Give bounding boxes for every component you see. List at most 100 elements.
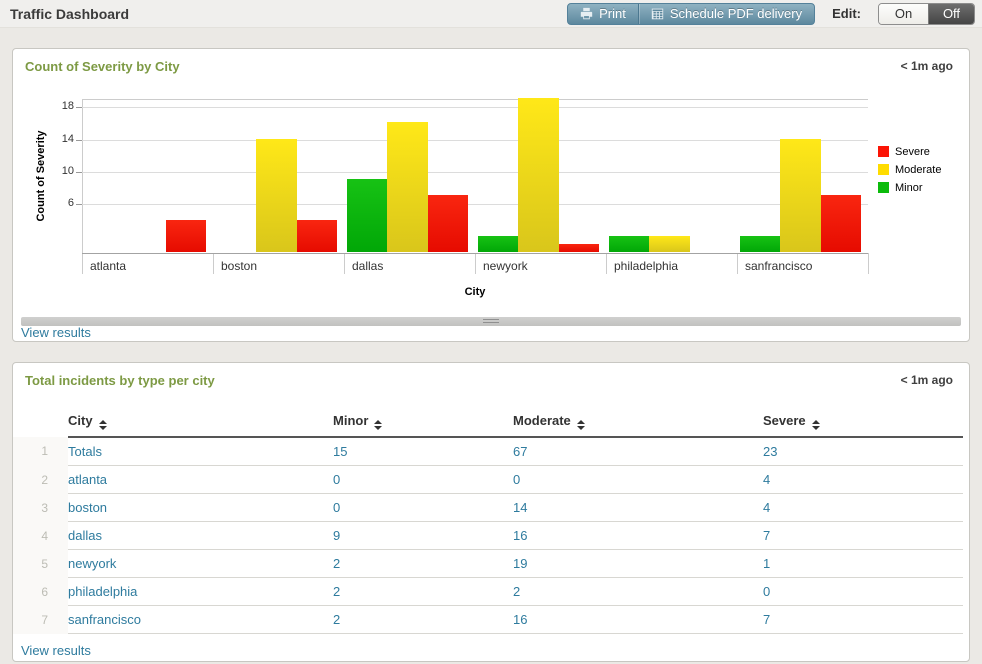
view-results-link[interactable]: View results xyxy=(21,643,91,658)
x-axis-line xyxy=(82,253,868,254)
cell-minor: 0 xyxy=(333,494,513,522)
table-row: 5newyork 2 19 1 xyxy=(13,550,963,578)
cell-link-severe[interactable]: 23 xyxy=(763,444,777,459)
cell-city: philadelphia xyxy=(68,578,333,606)
row-number: 5 xyxy=(13,550,68,578)
plot-top-border xyxy=(82,99,868,100)
cell-minor: 2 xyxy=(333,550,513,578)
cell-link-moderate[interactable]: 16 xyxy=(513,612,527,627)
cell-link-moderate[interactable]: 19 xyxy=(513,556,527,571)
bar-dallas-moderate[interactable] xyxy=(387,122,427,252)
bar-newyork-severe[interactable] xyxy=(559,244,599,252)
chart-legend: SevereModerateMinor xyxy=(878,146,941,200)
schedule-pdf-button[interactable]: Schedule PDF delivery xyxy=(639,4,814,24)
column-header-city[interactable]: City xyxy=(68,409,333,437)
schedule-pdf-button-label: Schedule PDF delivery xyxy=(670,6,802,21)
sort-up-arrow-icon xyxy=(812,420,820,424)
column-header-label: Severe xyxy=(763,413,806,428)
bar-chart: 6101418atlantabostondallasnewyorkphilade… xyxy=(82,99,868,253)
column-header-moderate[interactable]: Moderate xyxy=(513,409,763,437)
legend-swatch-icon xyxy=(878,182,889,193)
column-header-severe[interactable]: Severe xyxy=(763,409,963,437)
cell-link-city[interactable]: boston xyxy=(68,500,107,515)
cell-link-severe[interactable]: 1 xyxy=(763,556,770,571)
chart-refresh-age: < 1m ago xyxy=(901,59,953,73)
bar-philadelphia-minor[interactable] xyxy=(609,236,649,252)
bar-philadelphia-moderate[interactable] xyxy=(649,236,689,252)
cell-link-minor[interactable]: 2 xyxy=(333,556,340,571)
bar-sanfrancisco-moderate[interactable] xyxy=(780,139,820,252)
y-tick-mark xyxy=(76,172,82,173)
cell-link-city[interactable]: philadelphia xyxy=(68,584,137,599)
bar-dallas-severe[interactable] xyxy=(428,195,468,252)
cell-link-minor[interactable]: 9 xyxy=(333,528,340,543)
bar-boston-moderate[interactable] xyxy=(256,139,296,252)
print-button[interactable]: Print xyxy=(568,4,638,24)
column-header-label: City xyxy=(68,413,93,428)
cell-moderate: 16 xyxy=(513,522,763,550)
y-tick-label: 18 xyxy=(34,100,74,112)
gridline xyxy=(82,140,868,141)
cell-link-severe[interactable]: 7 xyxy=(763,612,770,627)
cell-link-city[interactable]: Totals xyxy=(68,444,102,459)
cell-link-city[interactable]: dallas xyxy=(68,528,102,543)
category-separator xyxy=(344,253,345,274)
cell-link-city[interactable]: atlanta xyxy=(68,472,107,487)
cell-link-city[interactable]: sanfrancisco xyxy=(68,612,141,627)
cell-link-city[interactable]: newyork xyxy=(68,556,116,571)
panel-resize-handle[interactable] xyxy=(21,317,961,326)
cell-link-moderate[interactable]: 0 xyxy=(513,472,520,487)
table-panel: Total incidents by type per city < 1m ag… xyxy=(12,362,970,662)
cell-link-severe[interactable]: 7 xyxy=(763,528,770,543)
bar-boston-severe[interactable] xyxy=(297,220,337,252)
cell-severe: 4 xyxy=(763,494,963,522)
legend-item-moderate: Moderate xyxy=(878,164,941,175)
row-number: 6 xyxy=(13,578,68,606)
table-row: 7sanfrancisco2167 xyxy=(13,606,963,634)
cell-link-severe[interactable]: 0 xyxy=(763,584,770,599)
edit-toggle-on[interactable]: On xyxy=(879,4,928,24)
cell-severe: 0 xyxy=(763,578,963,606)
top-bar-actions: Print Schedule PDF delivery Edit: On Off xyxy=(567,3,975,25)
cell-link-minor[interactable]: 2 xyxy=(333,584,340,599)
category-separator xyxy=(868,253,869,274)
bar-sanfrancisco-minor[interactable] xyxy=(740,236,780,252)
cell-link-minor[interactable]: 2 xyxy=(333,612,340,627)
table-row: 6philadelphia 2 2 0 xyxy=(13,578,963,606)
cell-moderate: 2 xyxy=(513,578,763,606)
edit-label: Edit: xyxy=(832,6,861,21)
cell-link-severe[interactable]: 4 xyxy=(763,500,770,515)
view-results-link[interactable]: View results xyxy=(21,325,91,340)
bar-newyork-moderate[interactable] xyxy=(518,98,558,252)
sort-up-arrow-icon xyxy=(99,420,107,424)
cell-moderate: 16 xyxy=(513,606,763,634)
gridline xyxy=(82,107,868,108)
sort-icon xyxy=(577,420,585,430)
results-table-body: 1Totals1567232atlanta0043boston01444dall… xyxy=(13,437,963,634)
cell-link-moderate[interactable]: 67 xyxy=(513,444,527,459)
legend-label: Minor xyxy=(895,182,923,194)
results-table-header: City MinorModerate Severe xyxy=(13,409,963,437)
row-number-header xyxy=(13,409,68,437)
bar-atlanta-severe[interactable] xyxy=(166,220,206,252)
page-title: Traffic Dashboard xyxy=(10,6,129,22)
bar-sanfrancisco-severe[interactable] xyxy=(821,195,861,252)
bar-dallas-minor[interactable] xyxy=(347,179,387,252)
cell-link-severe[interactable]: 4 xyxy=(763,472,770,487)
category-separator xyxy=(213,253,214,274)
cell-link-minor[interactable]: 15 xyxy=(333,444,347,459)
column-header-minor[interactable]: Minor xyxy=(333,409,513,437)
sort-icon xyxy=(374,420,382,430)
bar-newyork-minor[interactable] xyxy=(478,236,518,252)
column-header-label: Moderate xyxy=(513,413,571,428)
edit-toggle-off[interactable]: Off xyxy=(928,4,974,24)
cell-link-moderate[interactable]: 14 xyxy=(513,500,527,515)
cell-city: Totals xyxy=(68,437,333,466)
category-label-newyork: newyork xyxy=(483,259,528,273)
legend-label: Moderate xyxy=(895,164,941,176)
cell-link-minor[interactable]: 0 xyxy=(333,472,340,487)
cell-link-moderate[interactable]: 2 xyxy=(513,584,520,599)
cell-link-minor[interactable]: 0 xyxy=(333,500,340,515)
row-number: 3 xyxy=(13,494,68,522)
cell-link-moderate[interactable]: 16 xyxy=(513,528,527,543)
